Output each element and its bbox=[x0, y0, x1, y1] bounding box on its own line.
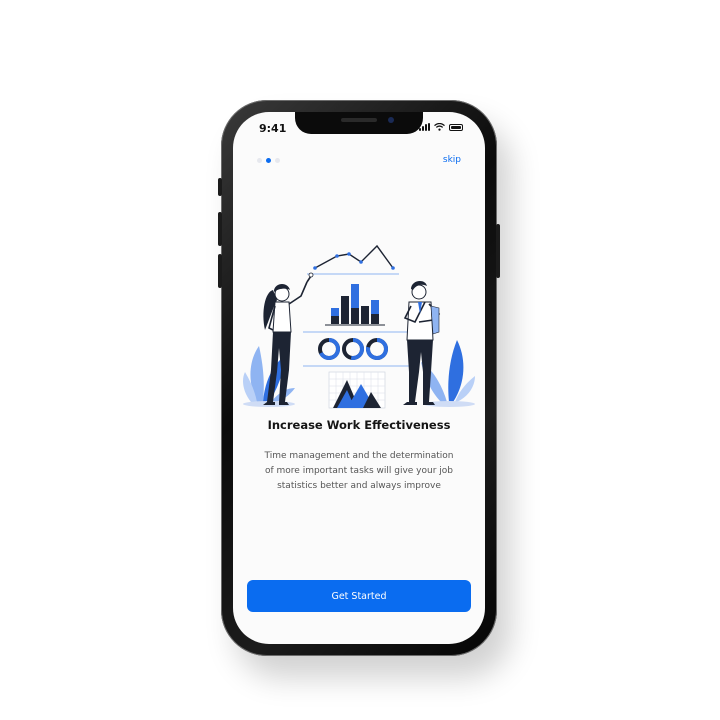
status-time: 9:41 bbox=[259, 122, 287, 135]
signal-icon bbox=[419, 123, 430, 131]
battery-icon bbox=[449, 123, 463, 131]
wifi-icon bbox=[434, 123, 445, 131]
page-indicator bbox=[257, 158, 280, 163]
mute-switch bbox=[218, 178, 222, 196]
bar-chart-illustration bbox=[303, 284, 409, 333]
status-icons bbox=[419, 123, 463, 131]
notch bbox=[295, 112, 423, 134]
volume-down-button bbox=[218, 254, 222, 288]
front-camera bbox=[388, 117, 394, 123]
onboarding-description: Time management and the determination of… bbox=[264, 451, 454, 491]
donut-charts-illustration bbox=[303, 338, 409, 367]
onboarding-illustration bbox=[243, 244, 475, 409]
speaker-grille bbox=[341, 118, 377, 122]
area-chart-illustration bbox=[328, 371, 386, 409]
page-dot-3[interactable] bbox=[275, 158, 280, 163]
stage: 9:41 skip Increase Work Effectiveness Ti… bbox=[0, 0, 720, 720]
skip-button[interactable]: skip bbox=[443, 155, 461, 165]
line-chart-illustration bbox=[307, 244, 399, 275]
phone-mockup: 9:41 skip Increase Work Effectiveness Ti… bbox=[218, 100, 500, 656]
phone-screen: 9:41 skip Increase Work Effectiveness Ti… bbox=[233, 112, 485, 644]
onboarding-title: Increase Work Effectiveness bbox=[267, 418, 451, 432]
power-button bbox=[496, 224, 500, 278]
volume-up-button bbox=[218, 212, 222, 246]
page-dot-1[interactable] bbox=[257, 158, 262, 163]
page-dot-2[interactable] bbox=[266, 158, 271, 163]
get-started-button[interactable]: Get Started bbox=[247, 580, 471, 612]
woman-figure-illustration bbox=[263, 272, 314, 405]
